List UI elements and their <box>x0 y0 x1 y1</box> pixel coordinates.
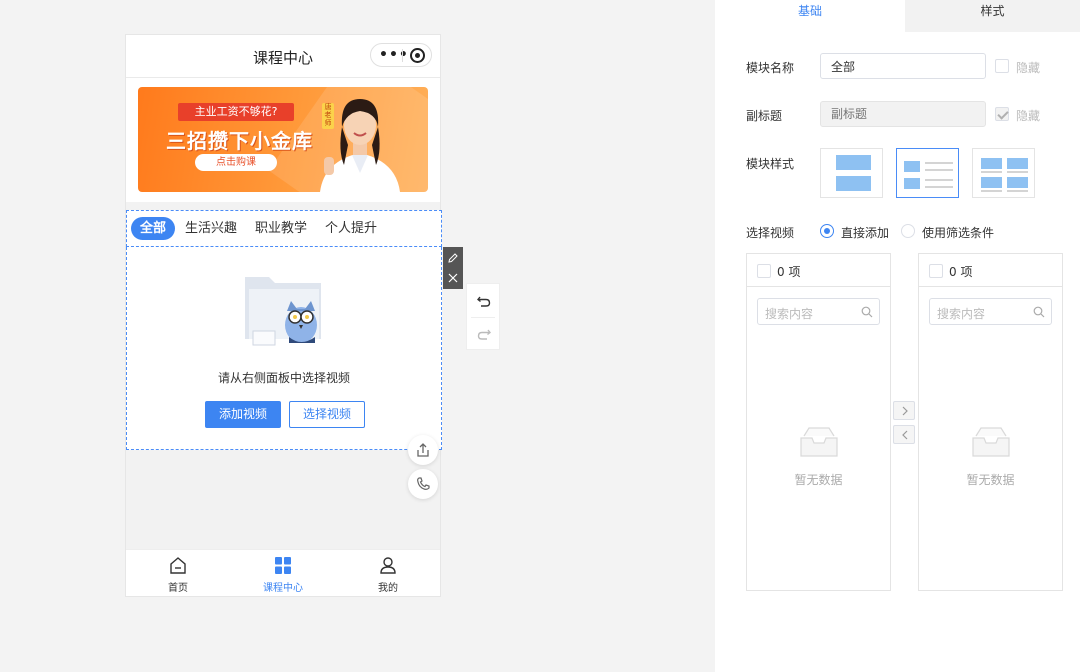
phone-header: 课程中心 ••• <box>126 35 440 78</box>
transfer-target-empty: 暂无数据 <box>966 473 1015 487</box>
tabbar-item-home[interactable]: 首页 <box>126 550 230 597</box>
select-video-button[interactable]: 选择视频 <box>289 401 365 428</box>
transfer-move-right-button[interactable] <box>893 401 915 420</box>
transfer-source-list: 0 项 搜索内容 暂无数据 <box>746 253 891 591</box>
subtitle-label: 副标题 <box>746 109 783 123</box>
user-icon <box>380 557 396 574</box>
delete-close-icon[interactable] <box>447 272 459 284</box>
redo-icon[interactable] <box>476 326 492 342</box>
empty-inbox-icon <box>972 427 1010 457</box>
large-card-layout-icon <box>836 155 871 191</box>
add-video-button[interactable]: 添加视频 <box>205 401 281 428</box>
miniprogram-capsule[interactable]: ••• <box>370 43 432 67</box>
radio-direct-add-label[interactable]: 直接添加 <box>841 224 889 241</box>
tabbar-label-course-center: 课程中心 <box>263 583 303 594</box>
transfer-source-select-all[interactable] <box>757 264 771 278</box>
select-video-label: 选择视频 <box>746 226 795 240</box>
teacher-illustration <box>320 99 400 192</box>
subtitle-hide-label: 隐藏 <box>1016 109 1041 123</box>
tabbar-item-course-center[interactable]: 课程中心 <box>231 550 335 597</box>
promo-banner[interactable]: 主业工资不够花? 三招攒下小金库 点击购课 唐老师 <box>138 87 428 192</box>
style-option-list[interactable] <box>896 148 959 198</box>
chevron-left-icon <box>902 430 908 440</box>
module-name-hide-checkbox[interactable] <box>995 59 1009 73</box>
module-edit-toolbar <box>443 247 463 289</box>
radio-direct-add[interactable] <box>820 224 834 238</box>
phone-call-button[interactable] <box>408 469 438 499</box>
transfer-target-select-all[interactable] <box>929 264 943 278</box>
transfer-source-empty: 暂无数据 <box>794 473 843 487</box>
transfer-target-search[interactable]: 搜索内容 <box>929 298 1052 325</box>
more-icon[interactable]: ••• <box>379 46 409 64</box>
module-style-label: 模块样式 <box>746 157 795 171</box>
search-icon <box>861 306 873 318</box>
settings-panel: 基础 样式 模块名称 隐藏 副标题 隐藏 模块样式 <box>715 0 1080 672</box>
category-tabs: 全部 生活兴趣 职业教学 个人提升 <box>126 210 442 247</box>
undo-icon[interactable] <box>476 293 492 309</box>
transfer-source-header: 0 项 <box>747 254 890 287</box>
banner-cta[interactable]: 点击购课 <box>195 154 277 171</box>
tab-life-interest[interactable]: 生活兴趣 <box>185 217 237 240</box>
chevron-right-icon <box>902 406 908 416</box>
phone-preview: 课程中心 ••• 主业工资不够花? 三招攒下小金库 点击购课 唐老师 全部 生活… <box>125 34 442 597</box>
radio-filter-condition-label[interactable]: 使用筛选条件 <box>922 224 994 241</box>
grid-icon <box>275 557 291 574</box>
empty-folder-owl-illustration <box>245 277 321 346</box>
bottom-tabbar: 首页 课程中心 我的 <box>126 549 440 596</box>
banner-headline: 三招攒下小金库 <box>166 129 313 153</box>
transfer-move-left-button[interactable] <box>893 425 915 444</box>
transfer-source-search[interactable]: 搜索内容 <box>757 298 880 325</box>
style-option-large-card[interactable] <box>820 148 883 198</box>
tabbar-item-me[interactable]: 我的 <box>336 550 440 597</box>
module-name-hide-label: 隐藏 <box>1016 61 1041 75</box>
empty-hint: 请从右侧面板中选择视频 <box>217 371 350 385</box>
radio-filter-condition[interactable] <box>901 224 915 238</box>
subtitle-hide-checkbox[interactable] <box>995 107 1009 121</box>
list-layout-icon <box>904 161 953 189</box>
tab-all[interactable]: 全部 <box>131 217 176 240</box>
close-target-icon[interactable] <box>410 48 425 63</box>
video-module[interactable]: 请从右侧面板中选择视频 添加视频 选择视频 <box>126 247 442 450</box>
undo-redo-panel <box>466 283 500 350</box>
style-option-grid[interactable] <box>972 148 1035 198</box>
grid-layout-icon <box>981 158 1028 192</box>
tabbar-label-me: 我的 <box>378 583 398 594</box>
phone-icon <box>417 477 430 490</box>
tab-style[interactable]: 样式 <box>905 0 1080 32</box>
capsule-divider <box>402 49 403 62</box>
banner-section: 主业工资不够花? 三招攒下小金库 点击购课 唐老师 <box>126 78 440 202</box>
subtitle-input[interactable] <box>820 101 986 127</box>
banner-ribbon: 主业工资不够花? <box>178 103 294 121</box>
share-icon <box>417 443 429 457</box>
transfer-target-list: 0 项 搜索内容 暂无数据 <box>918 253 1063 591</box>
tabbar-label-home: 首页 <box>168 583 188 594</box>
edit-pencil-icon[interactable] <box>447 252 459 264</box>
tab-career-teaching[interactable]: 职业教学 <box>255 217 307 240</box>
transfer-source-search-placeholder: 搜索内容 <box>765 307 814 321</box>
transfer-target-search-placeholder: 搜索内容 <box>937 307 986 321</box>
home-icon <box>170 557 186 574</box>
tab-personal-growth[interactable]: 个人提升 <box>325 217 377 240</box>
module-name-input[interactable] <box>820 53 986 79</box>
transfer-target-header: 0 项 <box>919 254 1062 287</box>
search-icon <box>1033 306 1045 318</box>
tab-basic[interactable]: 基础 <box>715 0 905 32</box>
empty-inbox-icon <box>800 427 838 457</box>
transfer-target-count: 0 项 <box>949 265 973 279</box>
module-name-label: 模块名称 <box>746 61 795 75</box>
transfer-source-count: 0 项 <box>777 265 801 279</box>
share-button[interactable] <box>408 435 438 465</box>
undo-redo-divider <box>471 317 495 318</box>
